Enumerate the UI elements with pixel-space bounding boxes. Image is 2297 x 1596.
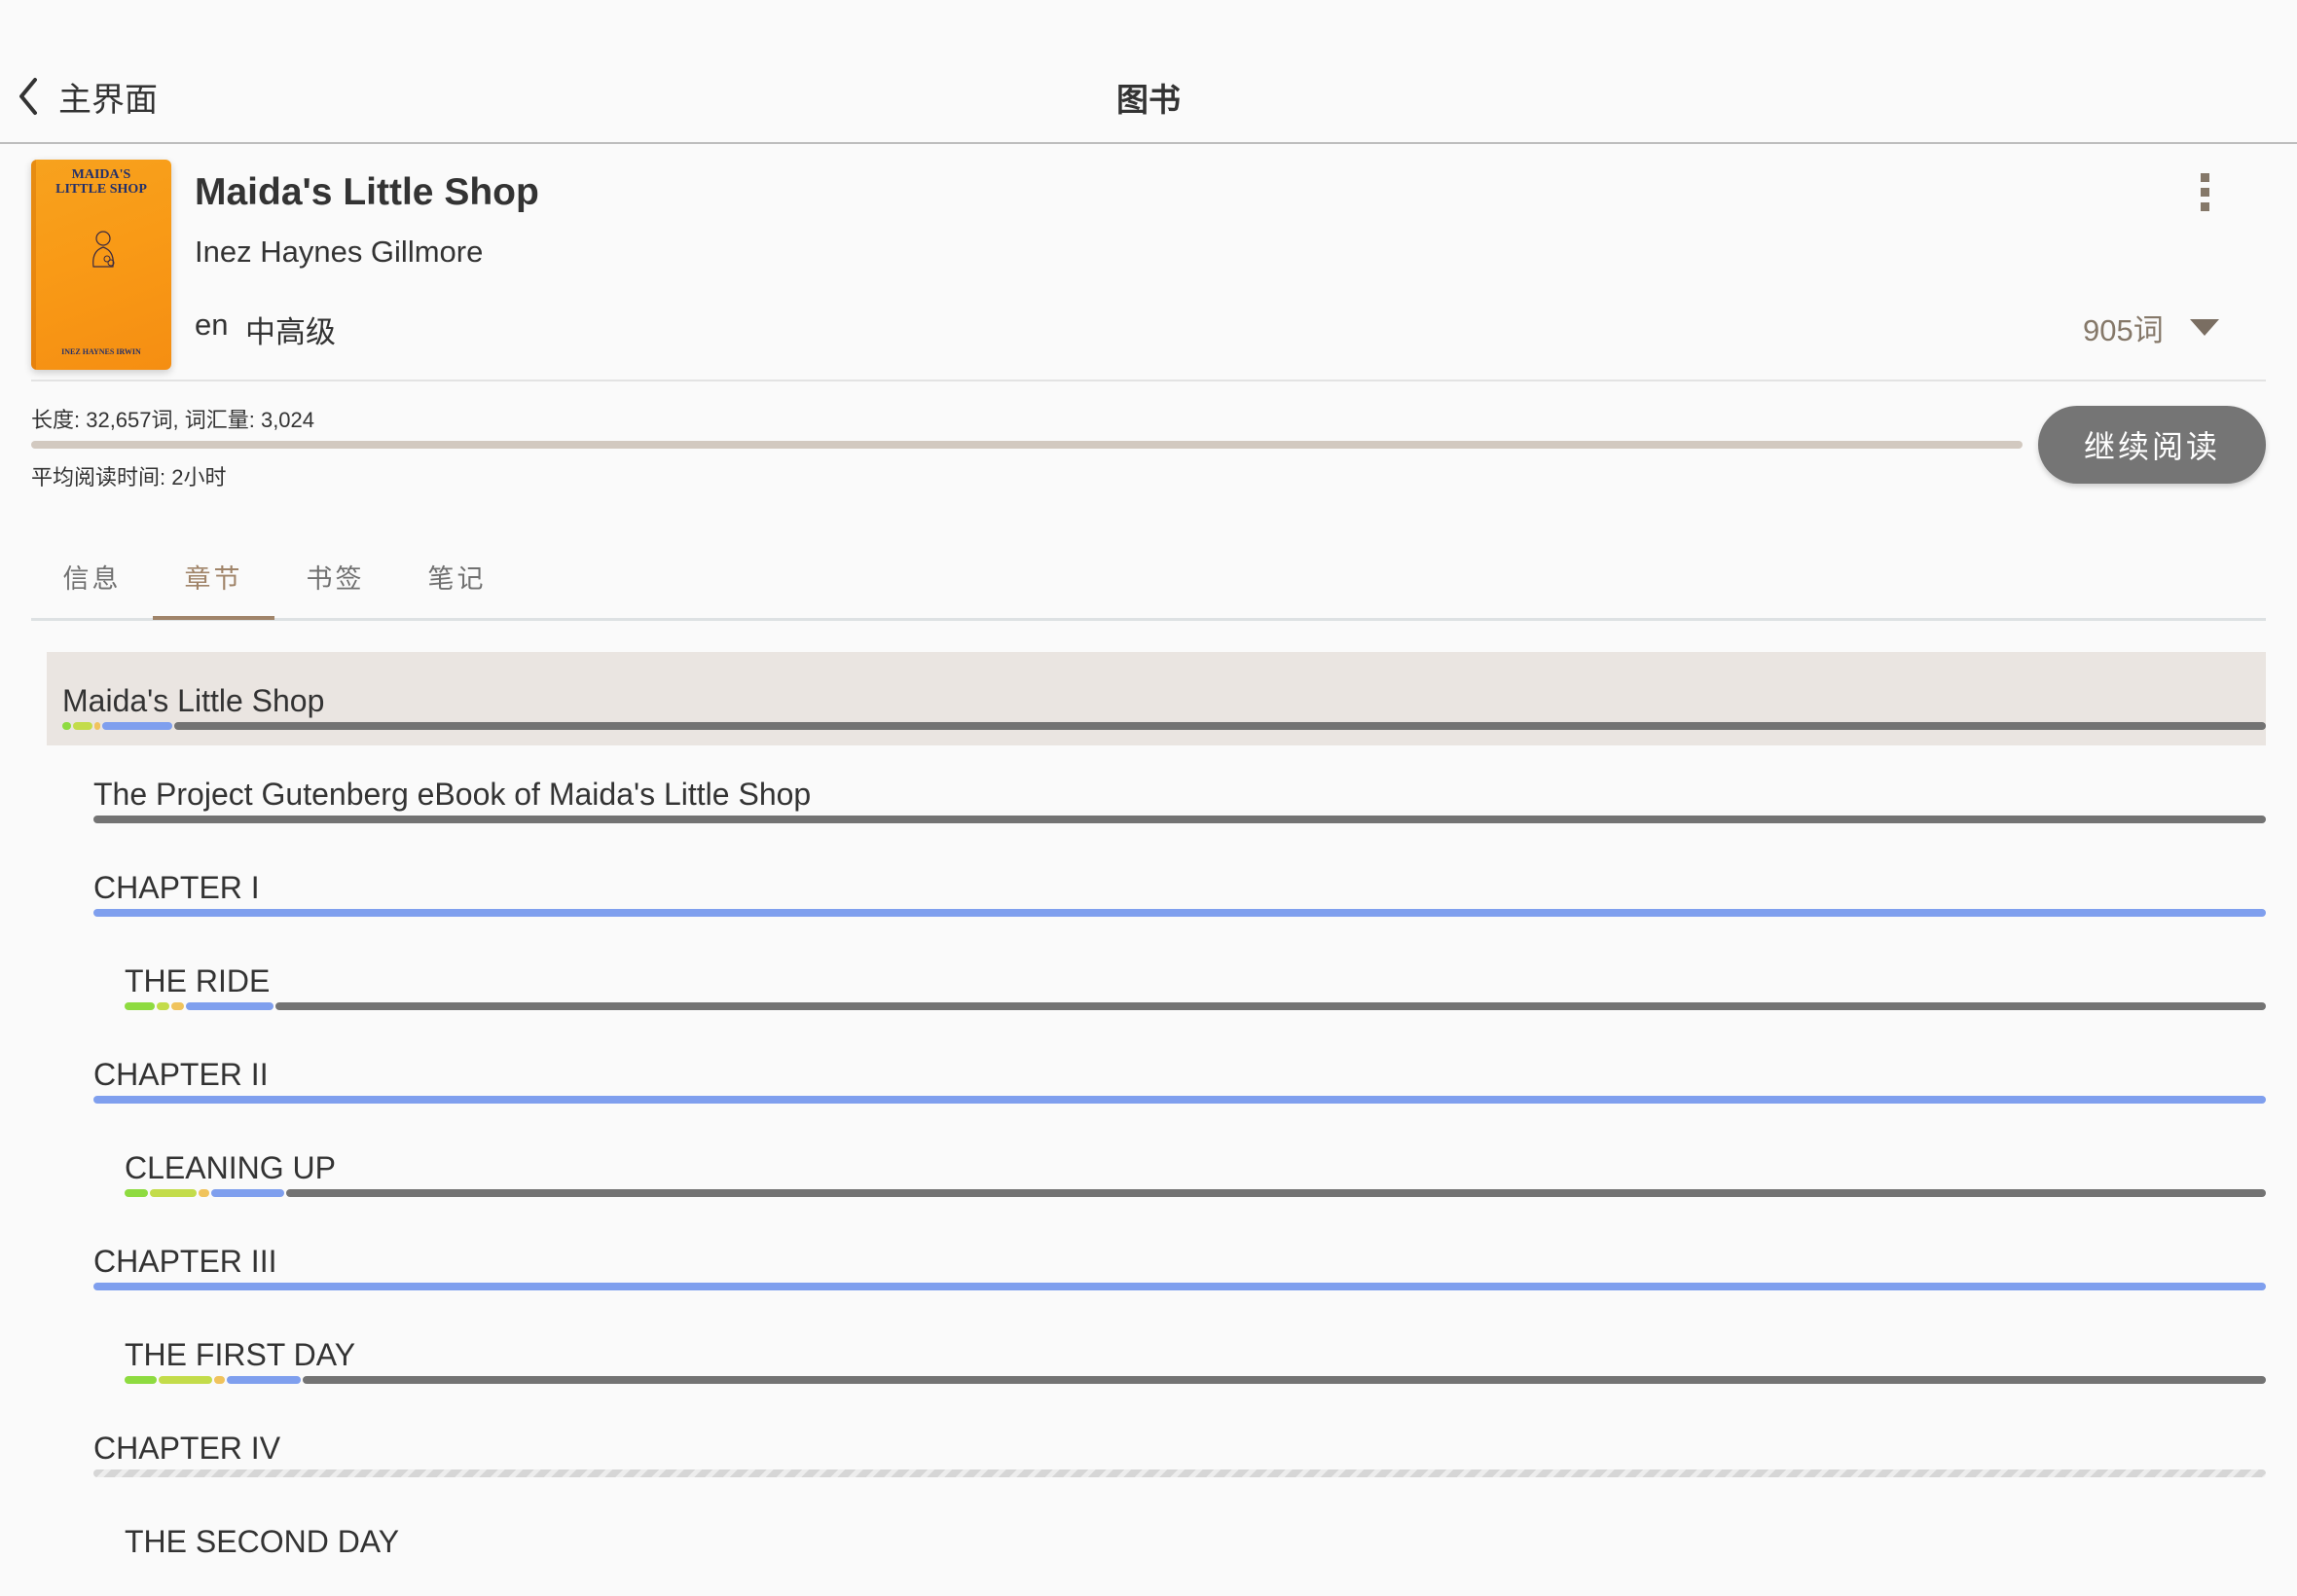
cover-title: MAIDA'S LITTLE SHOP [31, 167, 171, 197]
chapter-title: THE RIDE [125, 963, 271, 998]
segment-new [102, 722, 173, 730]
segment-unread [285, 1189, 2266, 1197]
chapter-title: The Project Gutenberg eBook of Maida's L… [93, 777, 812, 812]
segment-known [125, 1189, 149, 1197]
segment-familiar [158, 1376, 212, 1384]
segment-new [93, 1283, 2266, 1290]
tab-info[interactable]: 信息 [31, 533, 153, 619]
book-level: 中高级 [245, 315, 336, 349]
cover-title-line1: MAIDA'S [71, 167, 131, 182]
cover-author: INEZ HAYNES IRWIN [61, 347, 141, 356]
tab-bookmarks[interactable]: 书签 [274, 533, 396, 619]
more-options-button[interactable] [2190, 173, 2219, 218]
segment-known [125, 1376, 157, 1384]
segment-unread [303, 1376, 2266, 1384]
segment-unread [93, 816, 2266, 823]
chapter-title: THE FIRST DAY [125, 1337, 356, 1372]
avg-reading-time: 平均阅读时间: 2小时 [31, 465, 227, 490]
chapter-progress-bar [125, 1189, 2266, 1197]
book-author: Inez Haynes Gillmore [195, 235, 484, 269]
chapter-title: CLEANING UP [125, 1150, 336, 1185]
active-tab-indicator [153, 616, 274, 620]
segment-known [62, 722, 72, 730]
segment-unread [174, 722, 2266, 730]
tab-bar: 信息 章节 书签 笔记 [31, 533, 2266, 621]
top-bar [0, 0, 2297, 144]
chapter-title: CHAPTER II [93, 1057, 269, 1092]
reading-progress-bar [31, 441, 2023, 449]
chapter-title: THE SECOND DAY [125, 1524, 400, 1559]
book-language: en [195, 308, 229, 342]
book-title: Maida's Little Shop [195, 171, 539, 213]
segment-new [186, 1002, 273, 1010]
segment-learning [170, 1002, 184, 1010]
chapter-title: CHAPTER IV [93, 1431, 281, 1466]
chapter-progress-bar [93, 909, 2266, 917]
segment-new [93, 1096, 2266, 1104]
divider [31, 380, 2266, 381]
chapter-progress-bar [93, 1096, 2266, 1104]
chapter-row[interactable]: CHAPTER III [0, 1213, 2297, 1306]
chapter-row[interactable]: CHAPTER IV [0, 1399, 2297, 1493]
chapter-progress-bar [125, 1002, 2267, 1010]
chapter-row[interactable]: Maida's Little Shop [0, 652, 2297, 745]
tab-notes[interactable]: 笔记 [396, 533, 518, 619]
chapter-progress-bar [62, 722, 2266, 730]
chapter-title: CHAPTER III [93, 1244, 277, 1279]
cover-illustration-icon [92, 231, 115, 268]
segment-learning [213, 1376, 225, 1384]
segment-familiar [73, 722, 93, 730]
word-count-selector[interactable]: 905词 [2083, 306, 2164, 349]
chapter-row[interactable]: The Project Gutenberg eBook of Maida's L… [0, 745, 2297, 839]
cover-title-line2: LITTLE SHOP [55, 182, 147, 197]
segment-unread [274, 1002, 2267, 1010]
chapter-row[interactable]: CHAPTER II [0, 1026, 2297, 1119]
chapter-progress-bar [93, 816, 2266, 823]
chapter-row[interactable]: THE FIRST DAY [0, 1306, 2297, 1399]
chapter-progress-bar [125, 1376, 2266, 1384]
chapter-row[interactable]: CHAPTER I [0, 839, 2297, 932]
chapter-row[interactable]: THE SECOND DAY [0, 1493, 2297, 1586]
chapter-row[interactable]: THE RIDE [0, 932, 2297, 1026]
more-vertical-icon [2190, 173, 2219, 211]
tab-chapters[interactable]: 章节 [153, 533, 274, 619]
chapter-progress-bar [93, 1469, 2266, 1477]
loading-bar [93, 1469, 2266, 1477]
segment-new [226, 1376, 302, 1384]
segment-learning [94, 722, 101, 730]
chapter-progress-bar [93, 1283, 2266, 1290]
segment-new [93, 909, 2266, 917]
segment-familiar [156, 1002, 169, 1010]
caret-down-icon[interactable] [2190, 319, 2219, 336]
page-title: 图书 [1116, 82, 1181, 118]
segment-familiar [150, 1189, 198, 1197]
book-cover[interactable]: MAIDA'S LITTLE SHOP INEZ HAYNES IRWIN [31, 160, 171, 370]
chapter-title: CHAPTER I [93, 870, 260, 905]
segment-known [125, 1002, 155, 1010]
segment-learning [199, 1189, 210, 1197]
chapter-row[interactable]: CLEANING UP [0, 1119, 2297, 1213]
chapter-title: Maida's Little Shop [62, 683, 325, 718]
segment-new [211, 1189, 284, 1197]
book-stats: 长度: 32,657词, 词汇量: 3,024 [31, 408, 315, 432]
continue-reading-button[interactable]: 继续阅读 [2038, 406, 2266, 484]
